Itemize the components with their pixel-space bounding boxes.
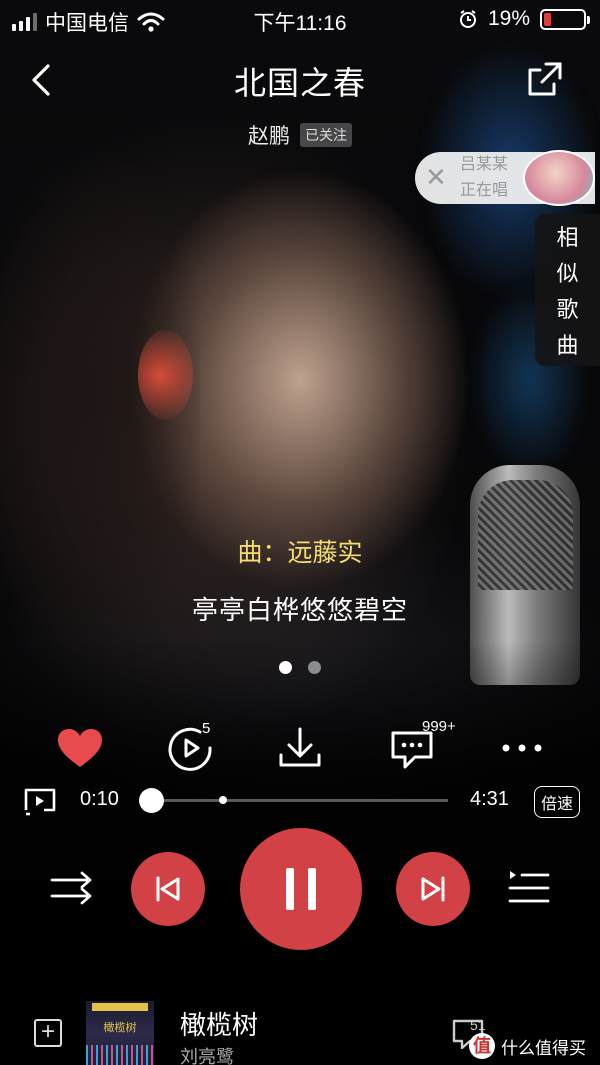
download-icon	[279, 727, 321, 767]
recommend-song-singer: 刘亮鹭	[180, 1047, 234, 1065]
watermark-text: 什么值得买	[501, 1038, 586, 1058]
cover-banner	[92, 1003, 148, 1011]
battery-percent: 19%	[487, 7, 530, 30]
more-icon	[502, 744, 542, 752]
lyric-current-line[interactable]: 亭亭白桦悠悠碧空	[0, 590, 600, 627]
live-singer-name: 吕某某	[460, 156, 509, 173]
pause-icon	[286, 868, 316, 910]
artist-name[interactable]: 赵鹏	[248, 120, 290, 150]
more-button[interactable]	[494, 720, 550, 776]
follow-badge[interactable]: 已关注	[300, 123, 352, 147]
similar-tab-char: 相	[556, 225, 579, 250]
pause-button[interactable]	[240, 828, 362, 950]
close-icon[interactable]: ✕	[425, 164, 447, 190]
like-button[interactable]	[52, 720, 108, 776]
elapsed-time: 0:10	[80, 788, 119, 810]
page-indicator	[0, 661, 600, 674]
cover-wave	[86, 1045, 154, 1065]
progress-slider[interactable]	[139, 788, 448, 813]
download-button[interactable]	[272, 720, 328, 776]
battery-fill	[544, 12, 552, 26]
replay-count: 5	[202, 720, 211, 737]
previous-icon	[156, 876, 180, 902]
comment-button[interactable]: 999+	[384, 718, 456, 776]
status-right-group: 19%	[458, 7, 590, 31]
song-title: 北国之春	[233, 65, 366, 101]
replay-button[interactable]: 5	[162, 720, 218, 776]
next-icon	[421, 876, 445, 902]
similar-tab-char: 歌	[556, 297, 579, 322]
next-button[interactable]	[396, 852, 470, 926]
live-singer-status: 正在唱	[460, 182, 509, 199]
live-singer-avatar[interactable]	[523, 150, 595, 206]
page-dot-active[interactable]	[279, 661, 292, 674]
background-figure-ear	[138, 330, 193, 420]
similar-tab-char: 似	[556, 261, 579, 286]
progress-thumb[interactable]	[139, 788, 165, 813]
comment-count: 999+	[422, 718, 456, 735]
similar-tab-char: 曲	[556, 333, 579, 358]
status-bar: 中国电信 下午11:16 19%	[0, 0, 600, 38]
playback-controls	[0, 828, 600, 950]
lyric-credit: 曲：远藤实	[237, 539, 363, 567]
recommend-song-title: 橄榄树	[180, 1010, 259, 1040]
previous-button[interactable]	[131, 852, 205, 926]
recommend-comment-count: 51	[470, 1017, 486, 1033]
watermark-logo: 值	[469, 1033, 495, 1059]
buffer-marker	[219, 796, 228, 804]
live-singer-names: 吕某某 正在唱	[460, 152, 508, 204]
speed-button[interactable]: 倍速	[533, 786, 580, 818]
playlist-icon[interactable]	[508, 868, 550, 908]
total-time: 4:31	[470, 788, 509, 810]
add-icon[interactable]: +	[34, 1019, 62, 1047]
artist-row: 赵鹏 已关注	[0, 120, 600, 150]
action-row: 5 999+	[0, 718, 600, 776]
album-cover[interactable]: 橄榄树	[86, 1001, 154, 1065]
similar-songs-tab[interactable]: 相 似 歌 曲	[535, 214, 600, 366]
shuffle-icon[interactable]	[50, 870, 94, 906]
cast-icon[interactable]	[24, 786, 58, 816]
player-header: 北国之春	[0, 48, 600, 108]
battery-icon	[540, 8, 590, 30]
heart-icon	[58, 729, 102, 767]
cover-title: 橄榄树	[103, 1022, 137, 1034]
alarm-icon	[459, 10, 476, 28]
recommend-item[interactable]: + 橄榄树 橄榄树 刘亮鹭 51 值 什么值得买	[0, 995, 600, 1065]
progress-row: 0:10 4:31 倍速	[0, 780, 600, 820]
watermark: 值 什么值得买	[469, 1033, 586, 1059]
page-dot[interactable]	[308, 661, 321, 674]
share-button[interactable]	[524, 60, 564, 100]
